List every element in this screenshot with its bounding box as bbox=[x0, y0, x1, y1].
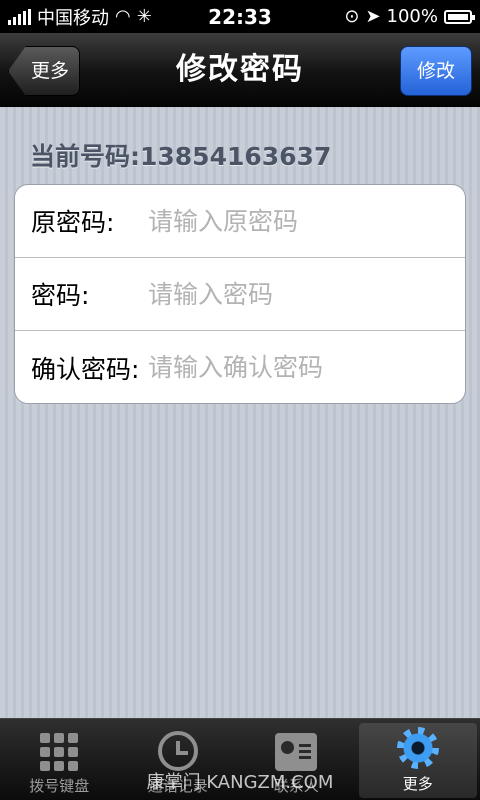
contacts-icon bbox=[275, 733, 318, 771]
new-password-label: 密码: bbox=[31, 281, 90, 310]
wifi-icon: ◠ bbox=[115, 6, 131, 27]
tab-dialpad[interactable]: 拨号键盘 bbox=[0, 719, 119, 800]
clock-icon bbox=[157, 731, 198, 771]
carrier-label: 中国移动 bbox=[37, 7, 109, 29]
new-password-row: 密码: bbox=[15, 258, 465, 331]
content-area: 当前号码:13854163637 原密码: 密码: 确认密码: bbox=[0, 107, 480, 718]
password-form: 原密码: 密码: 确认密码: bbox=[14, 184, 466, 404]
new-password-input[interactable] bbox=[148, 279, 465, 309]
battery-icon bbox=[444, 9, 475, 24]
old-password-input[interactable] bbox=[148, 206, 465, 236]
tab-contacts[interactable]: 联系人 bbox=[237, 719, 356, 800]
tab-label: 通话记录 bbox=[147, 777, 208, 795]
tab-bar: 拨号键盘 通话记录 联系人 更多 bbox=[0, 718, 480, 800]
old-password-label: 原密码: bbox=[31, 208, 115, 237]
loading-icon: ✳ bbox=[136, 6, 152, 27]
confirm-password-row: 确认密码: bbox=[15, 331, 465, 403]
current-number: 当前号码:13854163637 bbox=[30, 142, 332, 171]
modify-button[interactable]: 修改 bbox=[400, 46, 472, 96]
confirm-password-input[interactable] bbox=[148, 353, 465, 382]
navigation-bar: 修改密码 更多 修改 bbox=[0, 33, 480, 107]
confirm-password-label: 确认密码: bbox=[31, 354, 140, 384]
tab-label: 联系人 bbox=[273, 777, 319, 795]
signal-icon bbox=[8, 8, 31, 25]
battery-label: 100% bbox=[386, 6, 438, 27]
old-password-row: 原密码: bbox=[15, 185, 465, 258]
gear-icon bbox=[396, 727, 439, 769]
status-bar: 中国移动 ◠ ✳ 22:33 ⊙ ➤ 100% bbox=[0, 0, 480, 33]
tab-label: 更多 bbox=[402, 775, 433, 793]
tab-more[interactable]: 更多 bbox=[358, 723, 477, 798]
status-time: 22:33 bbox=[208, 4, 272, 29]
dialpad-icon bbox=[40, 733, 79, 771]
tab-call-log[interactable]: 通话记录 bbox=[119, 719, 238, 800]
status-left: 中国移动 ◠ ✳ bbox=[8, 4, 152, 30]
rotation-lock-icon: ⊙ bbox=[344, 6, 360, 27]
tab-label: 拨号键盘 bbox=[29, 777, 90, 795]
location-icon: ➤ bbox=[365, 6, 381, 27]
status-right: ⊙ ➤ 100% bbox=[344, 6, 475, 27]
